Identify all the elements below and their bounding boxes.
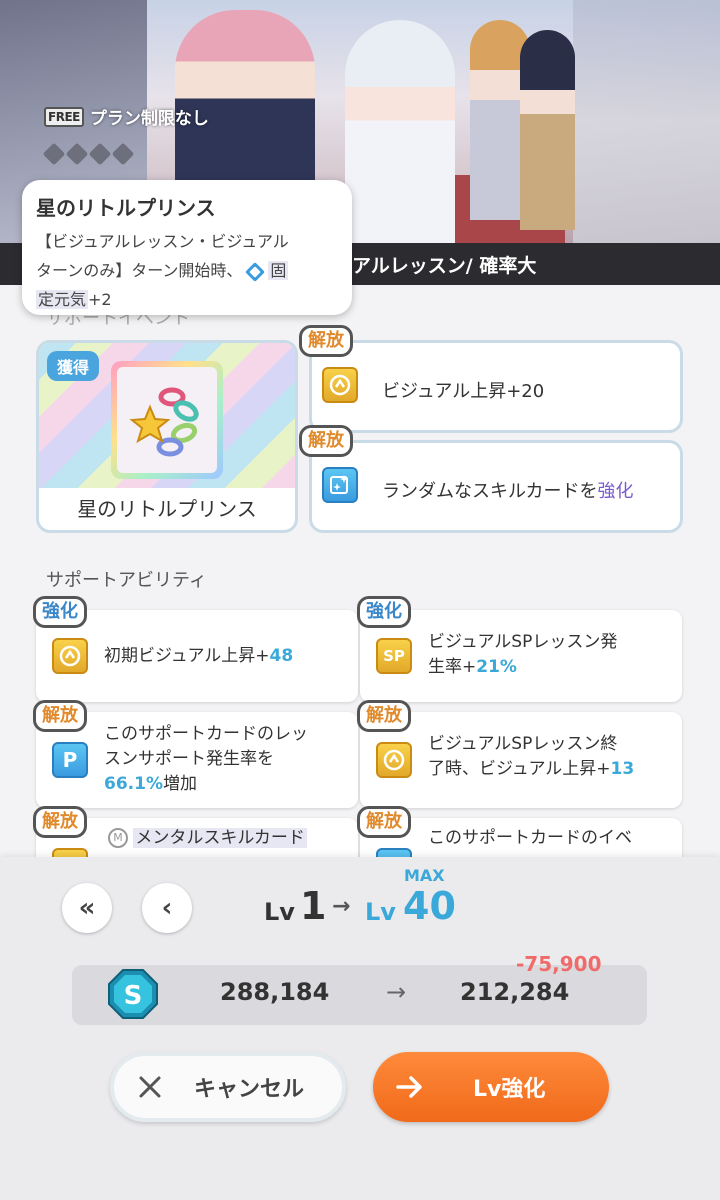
unlock-tag: 解放 — [299, 325, 353, 357]
skill-card-enhance-icon — [322, 467, 358, 503]
fixed-energy-icon — [246, 262, 265, 281]
tooltip-line-3-value: +2 — [88, 290, 112, 309]
card-frame — [111, 361, 223, 479]
ability-value: 48 — [269, 646, 294, 666]
ability-text: 初期ビジュアル上昇+48 — [104, 644, 349, 669]
get-badge: 獲得 — [47, 351, 100, 381]
p-icon: P — [52, 742, 88, 778]
cost-current: 288,184 — [220, 978, 330, 1006]
visual-up-icon — [52, 638, 88, 674]
blurred-background-right — [570, 0, 720, 243]
event-unlock-1[interactable]: ビジュアル上昇+20 — [309, 340, 683, 433]
ability-text: このサポートカードのイベ — [428, 826, 673, 851]
tooltip-title: 星のリトルプリンス — [36, 196, 216, 220]
ability-text-part: 生率+ — [428, 657, 477, 677]
ability-text-part: 了時、ビジュアル上昇+ — [428, 759, 611, 779]
tooltip-body: 【ビジュアルレッスン・ビジュアル ターンのみ】ターン開始時、 固 定元気 +2 — [36, 227, 338, 314]
ability-text: ビジュアルSPレッスン発 生率+21% — [428, 630, 673, 680]
tooltip-line-3: 定元気 +2 — [36, 285, 338, 314]
free-badge: FREE — [44, 106, 84, 127]
cancel-button[interactable]: キャンセル — [110, 1052, 346, 1122]
rarity-chips — [42, 142, 135, 166]
ability-value: 66.1% — [104, 774, 163, 794]
level-up-button[interactable]: Lv強化 — [373, 1052, 609, 1122]
ability-item[interactable]: 初期ビジュアル上昇+48 — [36, 610, 358, 702]
unlock-tag: 解放 — [33, 806, 87, 838]
support-card-event[interactable]: 獲得 星のリトルプリンス — [36, 340, 298, 533]
visual-up-icon — [376, 742, 412, 778]
s-coin-icon: S — [108, 969, 158, 1019]
free-plan-row: FREE プラン制限なし — [44, 104, 209, 129]
chip-icon — [65, 142, 89, 166]
mental-icon: M — [108, 828, 128, 848]
cost-after: 212,284 — [460, 978, 570, 1006]
level-min-button[interactable]: « — [62, 883, 112, 933]
level-from: 1 — [300, 884, 327, 928]
max-label: MAX — [404, 866, 445, 885]
star-chain-icon — [129, 387, 199, 457]
tooltip-line-1: 【ビジュアルレッスン・ビジュアル — [36, 232, 289, 251]
level-down-button[interactable]: ‹ — [142, 883, 192, 933]
sp-icon: SP — [376, 638, 412, 674]
banner-text: アルレッスン/ 確率大 — [352, 254, 537, 277]
unlock-tag: 解放 — [299, 425, 353, 457]
event-unlock-2-text-a: ランダムなスキルカードを — [382, 481, 598, 502]
svg-text:S: S — [124, 981, 143, 1011]
unlock-tag: 解放 — [33, 700, 87, 732]
ability-text-line: メンタルスキルカード — [133, 828, 307, 848]
cost-diff: -75,900 — [516, 952, 602, 976]
section-label-abilities: サポートアビリティ — [46, 570, 207, 591]
chip-icon — [111, 142, 135, 166]
visual-up-icon — [322, 367, 358, 403]
lv-label-from: Lv — [264, 898, 295, 926]
arrow-right-icon — [396, 1076, 422, 1098]
event-unlock-1-text: ビジュアル上昇+20 — [382, 381, 545, 402]
chip-icon — [42, 142, 66, 166]
cost-arrow: → — [386, 978, 407, 1006]
level-up-label: Lv強化 — [473, 1077, 546, 1102]
skill-tooltip[interactable]: 星のリトルプリンス 【ビジュアルレッスン・ビジュアル ターンのみ】ターン開始時、… — [22, 180, 352, 315]
ability-text: このサポートカードのレッ スンサポート発生率を 66.1%増加 — [104, 722, 349, 797]
event-unlock-2[interactable]: ランダムなスキルカードを強化 — [309, 440, 683, 533]
free-plan-text: プラン制限なし — [89, 109, 209, 129]
ability-text-line: このサポートカードのイベ — [428, 828, 632, 848]
tooltip-line-2: ターンのみ】ターン開始時、 固 — [36, 256, 338, 285]
ability-text-line: スンサポート発生率を — [104, 749, 274, 769]
tooltip-line-2-text: ターンのみ】ターン開始時、 — [36, 261, 243, 280]
level-arrow: → — [332, 894, 351, 919]
ability-text-line: ビジュアルSPレッスン発 — [428, 632, 618, 652]
unlock-tag: 解放 — [357, 806, 411, 838]
support-card-name: 星のリトルプリンス — [77, 497, 257, 521]
close-icon — [139, 1076, 161, 1098]
ability-text-line: ビジュアルSPレッスン終 — [428, 734, 618, 754]
enhance-tag: 強化 — [33, 596, 87, 628]
enhance-tag: 強化 — [357, 596, 411, 628]
ability-text: M メンタルスキルカード — [108, 826, 353, 851]
ability-text-line: このサポートカードのレッ — [104, 724, 308, 744]
cancel-label: キャンセル — [194, 1077, 305, 1102]
ability-value: 21% — [476, 657, 517, 677]
ability-value: 13 — [610, 759, 635, 779]
character-background-2 — [520, 30, 575, 230]
event-unlock-2-text: ランダムなスキルカードを強化 — [382, 477, 633, 503]
ability-text-part: 増加 — [162, 774, 197, 794]
lv-label-to: Lv — [365, 898, 396, 926]
ability-text: ビジュアルSPレッスン終 了時、ビジュアル上昇+13 — [428, 732, 673, 782]
ability-item[interactable]: SP ビジュアルSPレッスン発 生率+21% — [360, 610, 682, 702]
tooltip-line-3-highlight: 定元気 — [36, 290, 89, 309]
unlock-tag: 解放 — [357, 700, 411, 732]
ability-text-part: 初期ビジュアル上昇+ — [104, 646, 270, 666]
chip-icon — [88, 142, 112, 166]
event-unlock-2-text-b: 強化 — [597, 481, 634, 502]
character-silver-hair — [345, 20, 455, 243]
level-to: 40 — [403, 884, 456, 928]
tooltip-line-2-highlight: 固 — [268, 261, 289, 280]
